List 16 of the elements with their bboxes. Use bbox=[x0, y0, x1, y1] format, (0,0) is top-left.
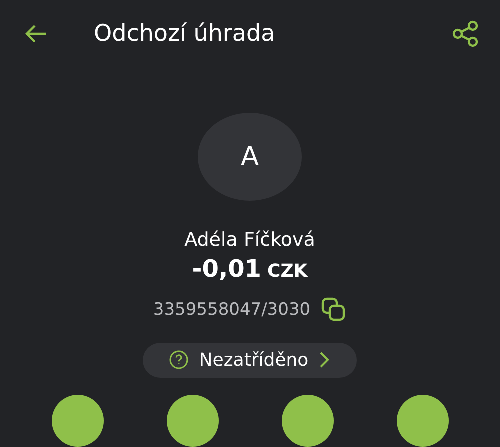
share-icon[interactable] bbox=[452, 20, 480, 48]
question-icon bbox=[169, 350, 190, 370]
copy-icon[interactable] bbox=[320, 296, 347, 323]
action-button[interactable] bbox=[396, 395, 448, 447]
currency: CZK bbox=[267, 260, 308, 282]
action-button[interactable] bbox=[52, 395, 104, 447]
action-button[interactable] bbox=[282, 395, 334, 447]
avatar: A bbox=[198, 113, 302, 201]
account-number: 3359558047/3030 bbox=[153, 300, 311, 320]
amount: -0,01 bbox=[192, 254, 262, 283]
chevron-icon bbox=[318, 351, 331, 370]
screen-title: Odchozí úhrada bbox=[94, 20, 276, 47]
action-button[interactable] bbox=[166, 395, 218, 447]
back-icon[interactable] bbox=[24, 24, 48, 44]
category-button[interactable]: Nezatříděno bbox=[143, 342, 357, 378]
payee-name: Adéla Fíčková bbox=[184, 228, 316, 251]
